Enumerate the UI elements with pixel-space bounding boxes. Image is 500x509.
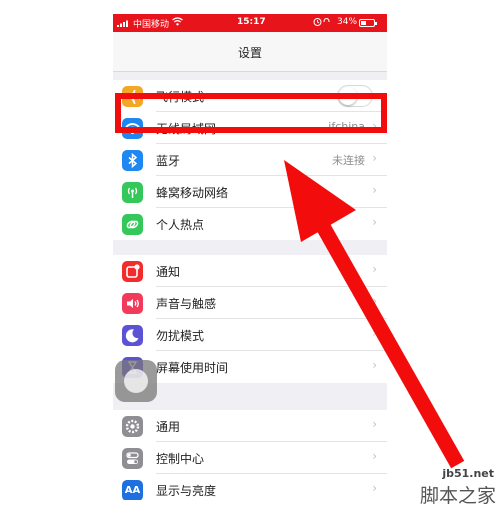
watermark-url: jb51.net [442,467,494,480]
arrow-annotation [284,160,465,469]
watermark-site-name: 脚本之家 [419,485,496,507]
site-watermark: jb51.net 脚本之家 [412,465,500,509]
